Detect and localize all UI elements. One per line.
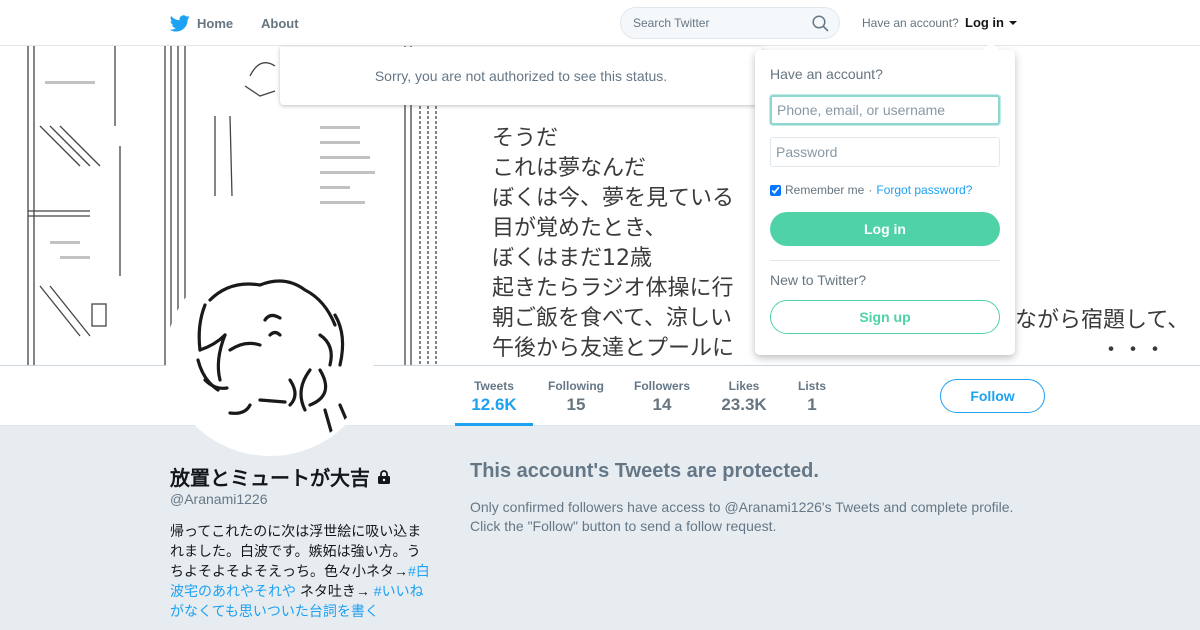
login-dropdown-title: Have an account? [770,66,883,82]
chevron-down-icon[interactable] [1009,21,1017,25]
banner-poem-text: そうだ これは夢なんだ ぼくは今、夢を見ている 目が覚めたとき、 ぼくはまだ12… [492,124,734,364]
protected-notice-line: Click the "Follow" button to send a foll… [470,518,777,534]
nav-about-link[interactable]: About [261,0,299,46]
profile-name-text: 放置とミュートが大吉 [170,468,370,490]
profile-handle[interactable]: @Aranami1226 [170,491,268,507]
remember-me-row: Remember me · Forgot password? [770,183,972,197]
stat-value: 23.3K [721,395,767,414]
stat-label: Lists [797,379,826,393]
protected-notice-title: This account's Tweets are protected. [470,460,819,482]
stat-label: Likes [728,379,760,393]
stat-following[interactable]: Following 15 [540,366,612,426]
stat-label: Tweets [474,379,514,393]
unauthorized-status-message: Sorry, you are not authorized to see thi… [280,47,762,105]
forgot-password-link[interactable]: Forgot password? [876,183,972,197]
protected-notice-line: Only confirmed followers have access to … [470,499,1014,515]
protected-notice-body: Only confirmed followers have access to … [470,498,1050,536]
stat-value: 1 [807,395,817,414]
profile-name: 放置とミュートが大吉 [170,462,392,491]
remember-me-label[interactable]: Remember me [785,183,864,197]
banner-line: ぼくはまだ12歳 [492,246,652,271]
banner-line: 朝ご飯を食べて、涼しい [492,306,733,331]
search-box [620,7,840,39]
new-to-twitter-text: New to Twitter? [770,272,867,288]
top-nav-bar: Home About Have an account? Log in [0,0,1200,46]
nav-home-link[interactable]: Home [170,0,233,46]
stat-value: 14 [652,395,672,414]
login-menu-link[interactable]: Log in [965,15,1004,30]
login-button[interactable]: Log in [770,212,1000,246]
twitter-bird-icon [170,14,190,31]
stat-label: Followers [633,379,690,393]
search-input[interactable] [633,14,803,32]
stat-followers[interactable]: Followers 14 [626,366,698,426]
banner-poem-ellipsis: ・・・ [1100,338,1167,363]
stat-lists[interactable]: Lists 1 [790,366,834,426]
banner-line: そうだ [492,126,559,151]
stat-value: 12.6K [471,395,517,414]
password-field[interactable] [770,137,1000,167]
signup-button[interactable]: Sign up [770,300,1000,334]
banner-line: これは夢なんだ [492,156,647,181]
bio-text: 帰ってこれたのに次は浮世絵に吸い込まれました。白波です。嫉妬は強い方。うちよそよ… [170,523,422,579]
avatar-drawing [196,279,357,447]
have-account-text: Have an account? [862,16,959,30]
divider [770,260,1000,261]
username-field[interactable] [770,95,1000,125]
separator-dot: · [868,183,873,197]
login-dropdown: Have an account? Remember me · Forgot pa… [755,42,1015,355]
lock-icon [378,469,390,484]
bio-text: ネタ吐き→ [296,583,374,599]
banner-line: 目が覚めたとき、 [492,216,667,241]
banner-line: ぼくは今、夢を見ている [492,186,735,211]
search-icon[interactable] [812,15,829,32]
stat-value: 15 [566,395,586,414]
banner-line: 午後から友達とプールに [492,336,735,361]
follow-button[interactable]: Follow [940,379,1045,413]
banner-line: 起きたらラジオ体操に行 [492,276,734,301]
nav-home-label: Home [197,15,234,31]
banner-poem-continuation: ながら宿題して、 [1015,308,1190,333]
stat-likes[interactable]: Likes 23.3K [712,366,776,426]
stat-tweets[interactable]: Tweets 12.6K [455,366,533,426]
profile-bio: 帰ってこれたのに次は浮世絵に吸い込まれました。白波です。嫉妬は強い方。うちよそよ… [170,521,432,621]
stat-label: Following [548,379,604,393]
remember-me-checkbox[interactable] [770,184,781,196]
avatar[interactable] [166,256,374,456]
